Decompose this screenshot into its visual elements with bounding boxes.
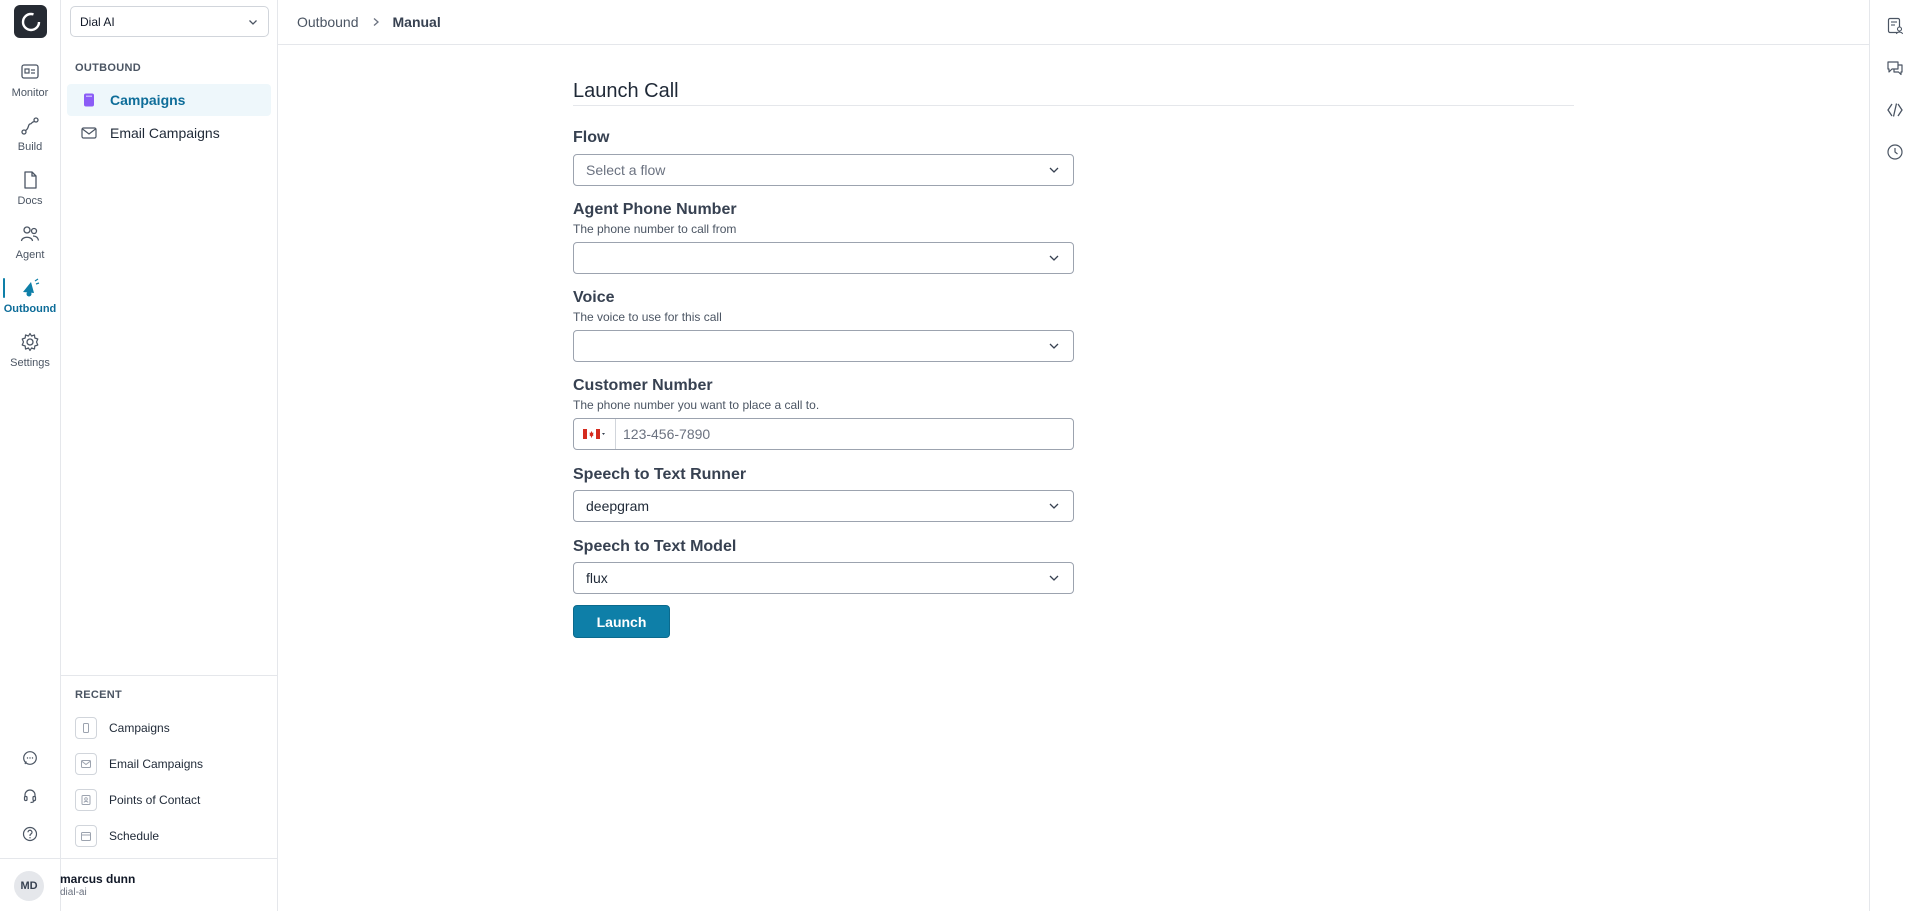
agent-phone-label: Agent Phone Number — [573, 201, 737, 218]
sidebar-item-label: Campaigns — [110, 92, 186, 108]
recent-item-label: Points of Contact — [109, 793, 201, 807]
section-label-recent: RECENT — [75, 689, 123, 701]
flow-label: Flow — [573, 129, 610, 146]
recent-divider — [61, 675, 277, 676]
rail-label-outbound: Outbound — [3, 303, 57, 315]
launch-button[interactable]: Launch — [573, 605, 670, 638]
agent-phone-select[interactable] — [573, 242, 1074, 274]
page-title: Launch Call — [573, 80, 679, 102]
sidebar-item-email-campaigns[interactable]: Email Campaigns — [67, 117, 271, 149]
app-logo[interactable] — [14, 5, 47, 38]
breadcrumb-outbound[interactable]: Outbound — [297, 14, 359, 30]
campaign-icon — [75, 717, 97, 739]
build-icon — [21, 117, 39, 135]
chat-button[interactable] — [0, 750, 60, 766]
recent-item-email-campaigns[interactable]: Email Campaigns — [75, 752, 203, 776]
rail-label-settings: Settings — [10, 357, 50, 369]
right-rail — [1869, 0, 1920, 911]
rail-item-monitor[interactable]: Monitor — [0, 62, 60, 99]
rail-item-docs[interactable]: Docs — [0, 170, 60, 207]
chevron-down-icon — [1049, 503, 1059, 509]
chevron-down-icon — [1049, 575, 1059, 581]
document-user-icon[interactable] — [1886, 17, 1904, 35]
customer-number-label: Customer Number — [573, 377, 713, 394]
workspace-select[interactable]: Dial AI — [70, 6, 269, 37]
chevron-down-icon — [1049, 343, 1059, 349]
icon-rail: Monitor Build Docs Agent Outbound Settin… — [0, 0, 61, 911]
monitor-icon — [21, 64, 39, 79]
breadcrumb-current: Manual — [392, 14, 441, 30]
user-org: dial-ai — [60, 887, 87, 898]
email-icon — [81, 125, 97, 141]
section-label-outbound: OUTBOUND — [75, 62, 141, 74]
recent-item-schedule[interactable]: Schedule — [75, 824, 159, 848]
title-divider — [573, 105, 1574, 106]
customer-number-input[interactable] — [616, 426, 1073, 442]
recent-item-label: Schedule — [109, 829, 160, 843]
rail-label-agent: Agent — [15, 249, 45, 261]
customer-number-field — [573, 418, 1074, 450]
stt-runner-value: deepgram — [586, 498, 650, 514]
stt-model-select[interactable]: flux — [573, 562, 1074, 594]
rail-item-settings[interactable]: Settings — [0, 332, 60, 369]
country-select[interactable] — [574, 419, 616, 449]
chevron-right-icon — [371, 17, 381, 27]
calendar-icon — [75, 825, 97, 847]
campaign-icon — [81, 92, 97, 108]
rail-item-outbound[interactable]: Outbound — [0, 278, 60, 315]
flow-select[interactable]: Select a flow — [573, 154, 1074, 186]
chevron-down-icon — [249, 19, 257, 25]
voice-select[interactable] — [573, 330, 1074, 362]
email-icon — [75, 753, 97, 775]
user-divider — [0, 858, 278, 859]
code-icon[interactable] — [1886, 101, 1904, 119]
stt-model-label: Speech to Text Model — [573, 538, 737, 555]
user-name[interactable]: marcus dunn — [60, 872, 135, 886]
recent-item-label: Campaigns — [109, 721, 170, 735]
workspace-name: Dial AI — [80, 14, 115, 29]
recent-item-campaigns[interactable]: Campaigns — [75, 716, 170, 740]
support-icon — [23, 789, 37, 804]
outbound-icon — [23, 278, 40, 297]
comments-icon[interactable] — [1886, 59, 1904, 77]
recent-item-points-of-contact[interactable]: Points of Contact — [75, 788, 200, 812]
rail-label-build: Build — [17, 141, 43, 153]
avatar[interactable]: MD — [14, 871, 44, 901]
sidebar-item-campaigns[interactable]: Campaigns — [67, 84, 271, 116]
help-button[interactable] — [0, 826, 60, 842]
settings-icon — [21, 332, 39, 352]
rail-item-agent[interactable]: Agent — [0, 224, 60, 261]
support-button[interactable] — [0, 788, 60, 804]
voice-help: The voice to use for this call — [573, 310, 722, 324]
breadcrumb: Outbound Manual — [278, 0, 1869, 45]
customer-number-help: The phone number you want to place a cal… — [573, 398, 820, 412]
recent-item-label: Email Campaigns — [109, 757, 204, 771]
rail-label-docs: Docs — [17, 195, 43, 207]
docs-icon — [24, 171, 37, 189]
stt-model-value: flux — [586, 570, 608, 586]
chat-icon — [23, 751, 37, 765]
agent-phone-help: The phone number to call from — [573, 222, 737, 236]
rail-label-monitor: Monitor — [11, 87, 49, 99]
logo-icon — [21, 12, 40, 31]
stt-runner-select[interactable]: deepgram — [573, 490, 1074, 522]
canada-flag-icon — [582, 429, 605, 439]
contact-icon — [75, 789, 97, 811]
sidebar-item-label: Email Campaigns — [110, 125, 220, 141]
secondary-sidebar: Dial AI OUTBOUND Campaigns Email Campaig… — [61, 0, 278, 911]
voice-label: Voice — [573, 289, 615, 306]
help-icon — [22, 826, 38, 842]
flow-placeholder: Select a flow — [586, 162, 666, 178]
rail-item-build[interactable]: Build — [0, 116, 60, 153]
history-icon[interactable] — [1886, 143, 1904, 161]
chevron-down-icon — [1049, 255, 1059, 261]
stt-runner-label: Speech to Text Runner — [573, 466, 747, 483]
chevron-down-icon — [1049, 167, 1059, 173]
agent-icon — [20, 226, 40, 242]
